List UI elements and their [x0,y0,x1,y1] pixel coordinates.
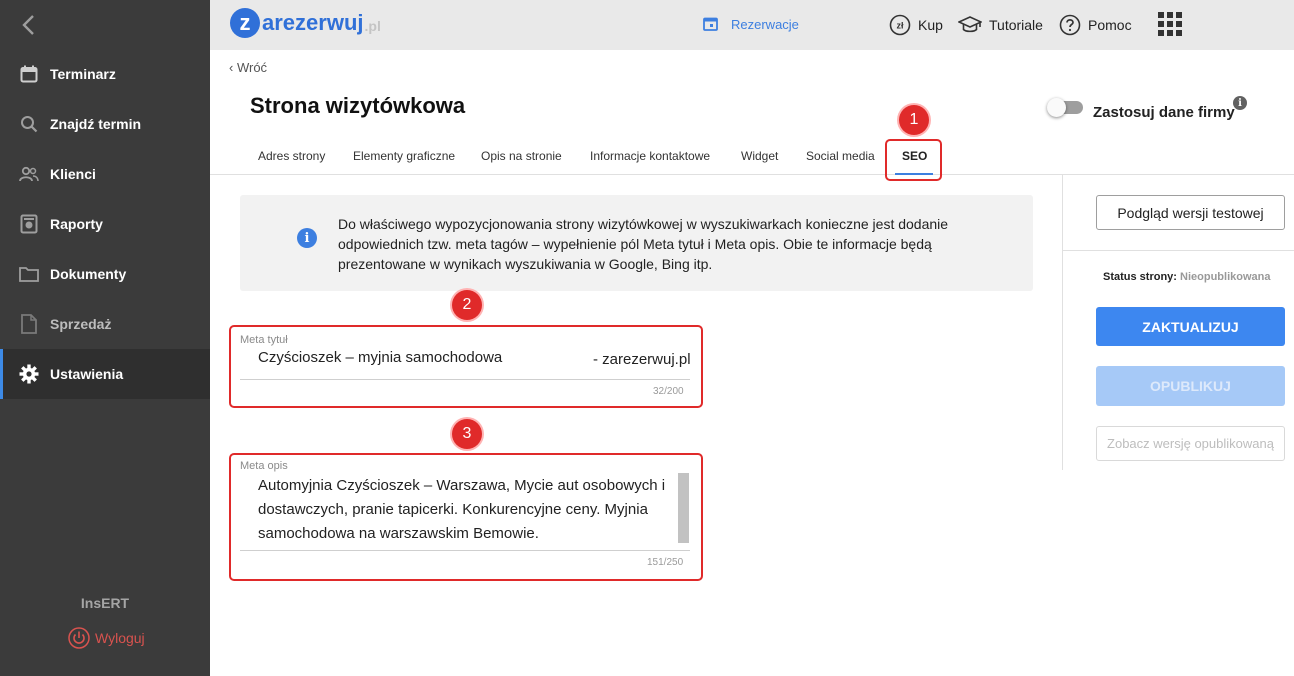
logo-text: arezerwuj [262,10,364,35]
back-label: Wróć [236,60,268,75]
meta-title-label: Meta tytuł [240,334,288,346]
sidebar-item-label: Klienci [50,166,96,182]
sidebar-item-label: Ustawienia [50,366,124,382]
graduation-cap-icon [958,14,982,36]
meta-description-underline [240,550,690,551]
tutorials-label: Tutoriale [989,17,1043,33]
logo[interactable]: z arezerwuj .pl [230,8,381,38]
tab-informacje-kontaktowe[interactable]: Informacje kontaktowe [590,149,710,163]
back-link[interactable]: ‹ Wróć [229,60,267,75]
apps-grid-icon[interactable] [1158,12,1182,36]
sidebar-item-raporty[interactable]: Raporty [0,199,210,249]
view-published-button[interactable]: Zobacz wersję opublikowaną [1096,426,1285,461]
update-button[interactable]: ZAKTUALIZUJ [1096,307,1285,346]
search-icon [18,113,40,135]
sidebar-item-klienci[interactable]: Klienci [0,149,210,199]
tab-widget[interactable]: Widget [741,149,778,163]
document-icon [18,313,40,335]
sidebar-item-dokumenty[interactable]: Dokumenty [0,249,210,299]
logout-button[interactable]: Wyloguj [68,627,145,649]
annotation-badge-3: 3 [452,419,482,449]
annotation-highlight-seo-tab [885,139,942,181]
sidebar-item-znajdz-termin[interactable]: Znajdź termin [0,99,210,149]
info-icon: i [297,228,317,248]
folder-icon [18,263,40,285]
calendar-icon [703,16,719,32]
brand-label: InsERT [80,595,130,611]
tab-social-media[interactable]: Social media [806,149,875,163]
status-value: Nieopublikowana [1180,271,1271,283]
seo-info-text: Do właściwego wypozycjonowania strony wi… [338,216,949,272]
sidebar-item-sprzedaz[interactable]: Sprzedaż [0,299,210,349]
seo-info-box: i Do właściwego wypozycjonowania strony … [240,195,1033,291]
meta-title-input[interactable]: Czyścioszek – myjnia samochodowa [258,349,502,366]
tabs-divider [210,174,1294,175]
annotation-badge-2: 2 [452,290,482,320]
report-icon [18,213,40,235]
tab-opis-na-stronie[interactable]: Opis na stronie [481,149,562,163]
status-label: Status strony: [1103,271,1177,283]
back-arrow-icon[interactable] [16,12,40,38]
sidebar: Terminarz Znajdź termin Klienci Raporty … [0,0,210,676]
sidebar-item-label: Terminarz [50,66,116,82]
sidebar-item-label: Znajdź termin [50,116,142,132]
preview-test-version-button[interactable]: Podgląd wersji testowej [1096,195,1285,230]
meta-title-suffix: - zarezerwuj.pl [593,351,691,368]
page-status: Status strony: Nieopublikowana [1103,271,1271,283]
users-icon [18,163,40,185]
reservations-label: Rezerwacje [731,16,799,32]
sidebar-item-label: Raporty [50,216,103,232]
gear-icon [18,363,40,385]
meta-description-counter: 151/250 [647,557,684,568]
sidebar-item-terminarz[interactable]: Terminarz [0,49,210,99]
sidebar-item-label: Sprzedaż [50,316,112,332]
meta-title-counter: 32/200 [653,386,684,397]
info-icon[interactable]: i [1233,96,1247,110]
meta-title-underline [240,379,690,380]
top-bar: z arezerwuj .pl Rezerwacje zł Kup Tutori… [210,0,1294,50]
power-icon [68,627,90,649]
logo-badge: z [230,8,260,38]
right-panel-divider [1062,175,1063,470]
right-panel-separator [1062,250,1294,251]
meta-description-scrollbar[interactable] [678,473,689,543]
logo-suffix: .pl [364,18,381,34]
publish-button[interactable]: OPUBLIKUJ [1096,366,1285,406]
buy-link[interactable]: zł Kup [889,14,943,36]
sidebar-item-ustawienia[interactable]: Ustawienia [0,349,210,399]
company-data-toggle[interactable] [1047,98,1085,117]
tab-elementy-graficzne[interactable]: Elementy graficzne [353,149,455,163]
calendar-icon [18,63,40,85]
help-label: Pomoc [1088,17,1132,33]
meta-description-textarea[interactable]: Automyjnia Czyścioszek – Warszawa, Mycie… [258,474,674,546]
page-title: Strona wizytówkowa [250,93,466,118]
toggle-label: Zastosuj dane firmy [1093,104,1235,121]
help-icon [1059,14,1081,36]
annotation-badge-1: 1 [899,105,929,135]
sidebar-item-label: Dokumenty [50,266,127,282]
tutorials-link[interactable]: Tutoriale [958,14,1043,36]
logout-label: Wyloguj [95,630,145,646]
reservations-link[interactable]: Rezerwacje [703,16,799,32]
help-link[interactable]: Pomoc [1059,14,1132,36]
meta-description-label: Meta opis [240,460,288,472]
coin-icon: zł [889,14,911,36]
buy-label: Kup [918,17,943,33]
svg-text:zł: zł [896,21,904,31]
tab-adres-strony[interactable]: Adres strony [258,149,325,163]
